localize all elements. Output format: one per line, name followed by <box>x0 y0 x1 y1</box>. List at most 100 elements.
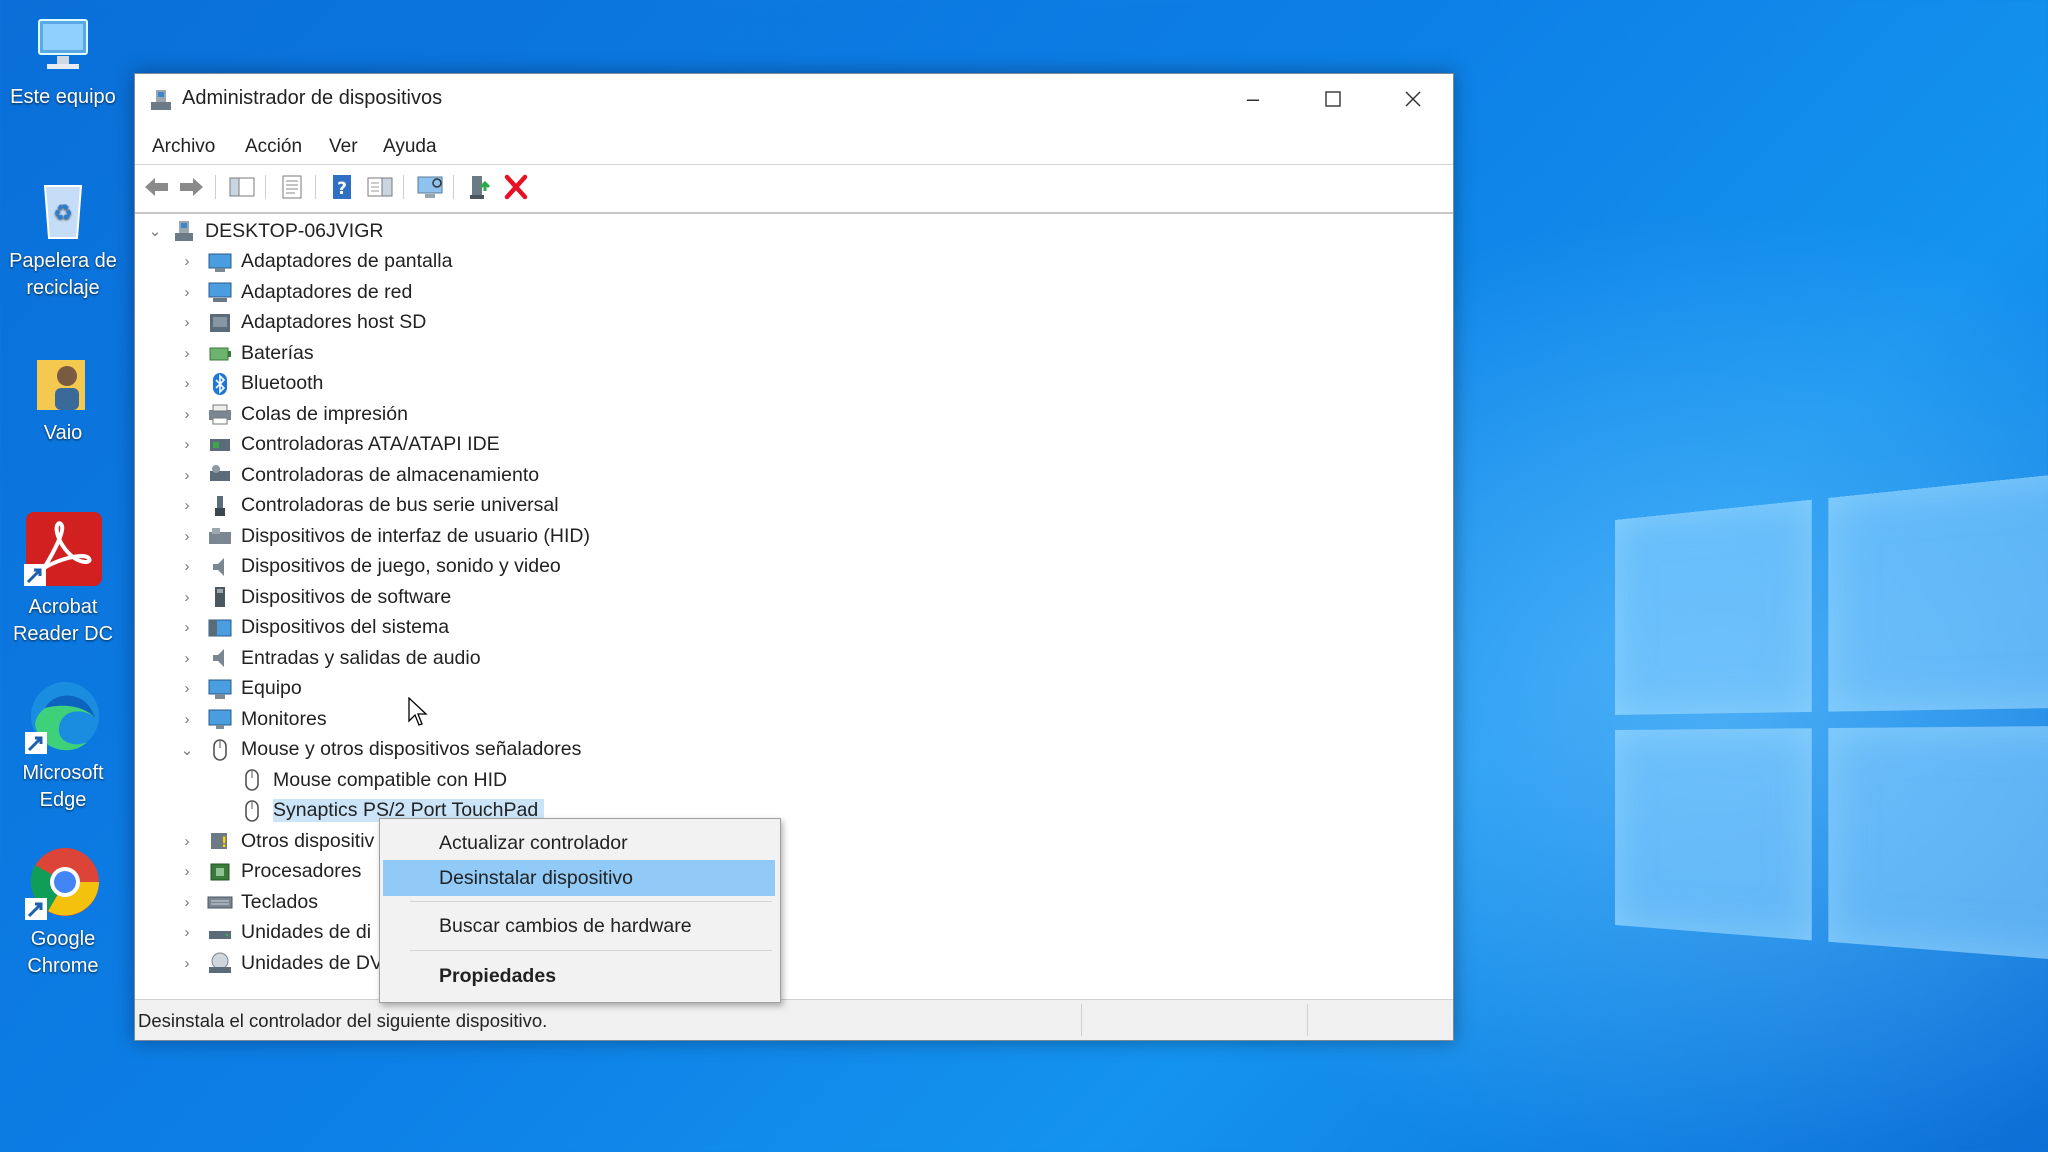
tree-category[interactable]: › Bluetooth <box>177 369 323 399</box>
tree-device[interactable]: Mouse compatible con HID <box>209 765 507 795</box>
mouse-icon <box>239 768 265 792</box>
menu-item-desinstalar-dispositivo[interactable]: Desinstalar dispositivo <box>383 860 775 896</box>
chevron-right-icon[interactable]: › <box>177 619 197 636</box>
close-button[interactable] <box>1373 74 1453 124</box>
tree-category[interactable]: › Dispositivos del sistema <box>177 613 450 643</box>
tree-category[interactable]: › Colas de impresión <box>177 399 408 429</box>
tree-category[interactable]: › Equipo <box>177 674 302 704</box>
tree-category[interactable]: › Monitores <box>177 704 327 734</box>
device-manager-icon <box>149 88 173 112</box>
chevron-right-icon[interactable]: › <box>177 406 197 423</box>
network-adapter-icon <box>207 280 233 304</box>
tree-category[interactable]: › Unidades de di <box>177 918 372 948</box>
device-tree[interactable]: ⌄ DESKTOP-06JVIGR › Adaptadores de pantal… <box>135 212 1453 1000</box>
chevron-right-icon[interactable]: › <box>177 528 197 545</box>
tree-category[interactable]: › Unidades de DV <box>177 948 384 978</box>
keyboard-icon <box>207 890 233 914</box>
tree-category[interactable]: › Baterías <box>177 338 314 368</box>
tree-item-label: Controladoras de bus serie universal <box>241 494 559 516</box>
tree-item-label: Dispositivos de interfaz de usuario (HID… <box>241 524 590 547</box>
chevron-right-icon[interactable]: › <box>177 894 197 911</box>
desktop-icon-chrome[interactable]: Google Chrome <box>0 844 126 980</box>
console-tree-icon <box>229 177 255 197</box>
tree-category[interactable]: › Controladoras de bus serie universal <box>177 491 559 521</box>
printer-icon <box>207 402 233 426</box>
menu-archivo[interactable]: Archivo <box>152 136 215 158</box>
tree-category[interactable]: › Controladoras de almacenamiento <box>177 460 540 490</box>
recycle-bin-icon: ♻ <box>31 178 95 242</box>
menu-ayuda[interactable]: Ayuda <box>383 136 437 158</box>
tree-category[interactable]: › Dispositivos de interfaz de usuario (HI… <box>177 521 590 551</box>
tree-item-label: Controladoras de almacenamiento <box>241 463 540 486</box>
menu-item-actualizar-controlador[interactable]: Actualizar controlador <box>383 825 775 861</box>
chevron-right-icon[interactable]: › <box>177 955 197 972</box>
show-hide-tree-button[interactable] <box>227 173 257 201</box>
menu-separator <box>410 950 772 951</box>
tree-item-label: Dispositivos de juego, sonido y video <box>241 555 561 577</box>
svg-text:?: ? <box>337 179 347 199</box>
tree-category[interactable]: › Dispositivos de software <box>177 582 452 612</box>
chevron-right-icon[interactable]: › <box>177 467 197 484</box>
action-pane-button[interactable] <box>365 173 395 201</box>
desktop-icon-label: Este equipo <box>10 86 116 108</box>
tree-category[interactable]: › Adaptadores de red <box>177 277 413 307</box>
tree-category[interactable]: › Dispositivos de juego, sonido y video <box>177 552 561 582</box>
maximize-button[interactable] <box>1293 74 1373 124</box>
menu-ver[interactable]: Ver <box>329 136 358 158</box>
tree-category[interactable]: › Adaptadores de pantalla <box>177 247 453 277</box>
tree-item-label: Mouse y otros dispositivos señaladores <box>241 738 582 760</box>
chevron-right-icon[interactable]: › <box>177 924 197 941</box>
chevron-right-icon[interactable]: › <box>177 863 197 880</box>
chevron-right-icon[interactable]: › <box>177 680 197 697</box>
software-device-icon <box>207 585 233 609</box>
chevron-down-icon[interactable]: ⌄ <box>177 741 197 759</box>
status-divider <box>1307 1004 1308 1036</box>
chevron-right-icon[interactable]: › <box>177 314 197 331</box>
tree-category[interactable]: ›! Otros dispositiv <box>177 826 375 856</box>
tree-root[interactable]: ⌄ DESKTOP-06JVIGR <box>145 216 384 246</box>
forward-button[interactable] <box>177 173 207 201</box>
tree-category[interactable]: ⌄ Mouse y otros dispositivos señaladores <box>177 735 581 765</box>
chevron-right-icon[interactable]: › <box>177 345 197 362</box>
scan-hardware-button[interactable] <box>415 173 445 201</box>
toolbar-separator <box>215 175 216 199</box>
chevron-right-icon[interactable]: › <box>177 711 197 728</box>
desktop-icon-acrobat[interactable]: Acrobat Reader DC <box>0 512 126 648</box>
update-driver-button[interactable] <box>465 173 495 201</box>
desktop-icon-papelera[interactable]: ♻ Papelera de reciclaje <box>0 178 126 302</box>
tree-category[interactable]: › Procesadores <box>177 857 362 887</box>
desktop-icon-label: Chrome <box>27 955 99 977</box>
menu-item-buscar-cambios[interactable]: Buscar cambios de hardware <box>383 908 775 944</box>
chevron-right-icon[interactable]: › <box>177 650 197 667</box>
tree-category[interactable]: › Teclados <box>177 887 318 917</box>
chevron-right-icon[interactable]: › <box>177 589 197 606</box>
chevron-down-icon[interactable]: ⌄ <box>145 222 165 240</box>
back-button[interactable] <box>141 173 171 201</box>
tree-item-label: Controladoras ATA/ATAPI IDE <box>241 433 500 455</box>
uninstall-device-button[interactable] <box>501 173 531 201</box>
tree-category[interactable]: › Adaptadores host SD <box>177 308 427 338</box>
battery-icon <box>207 341 233 365</box>
chevron-right-icon[interactable]: › <box>177 497 197 514</box>
menu-accion[interactable]: Acción <box>245 136 302 158</box>
chevron-right-icon[interactable]: › <box>177 833 197 850</box>
desktop-icon-vaio[interactable]: Vaio <box>0 350 126 447</box>
chevron-right-icon[interactable]: › <box>177 558 197 575</box>
tree-item-label: Unidades de di <box>241 921 372 943</box>
desktop-icon-label: Edge <box>39 789 87 811</box>
chevron-right-icon[interactable]: › <box>177 284 197 301</box>
title-bar[interactable]: Administrador de dispositivos – <box>135 74 1453 124</box>
chevron-right-icon[interactable]: › <box>177 253 197 270</box>
properties-button[interactable] <box>277 173 307 201</box>
tree-category[interactable]: › Entradas y salidas de audio <box>177 643 481 673</box>
user-folder-icon <box>31 350 95 414</box>
chevron-right-icon[interactable]: › <box>177 436 197 453</box>
desktop-icon-edge[interactable]: Microsoft Edge <box>0 678 126 814</box>
svg-text:♻: ♻ <box>53 201 73 226</box>
minimize-button[interactable]: – <box>1213 74 1293 124</box>
tree-category[interactable]: › Controladoras ATA/ATAPI IDE <box>177 430 500 460</box>
chevron-right-icon[interactable]: › <box>177 375 197 392</box>
help-button[interactable]: ? <box>327 173 357 201</box>
menu-item-propiedades[interactable]: Propiedades <box>383 958 775 994</box>
desktop-icon-este-equipo[interactable]: Este equipo <box>0 14 126 111</box>
